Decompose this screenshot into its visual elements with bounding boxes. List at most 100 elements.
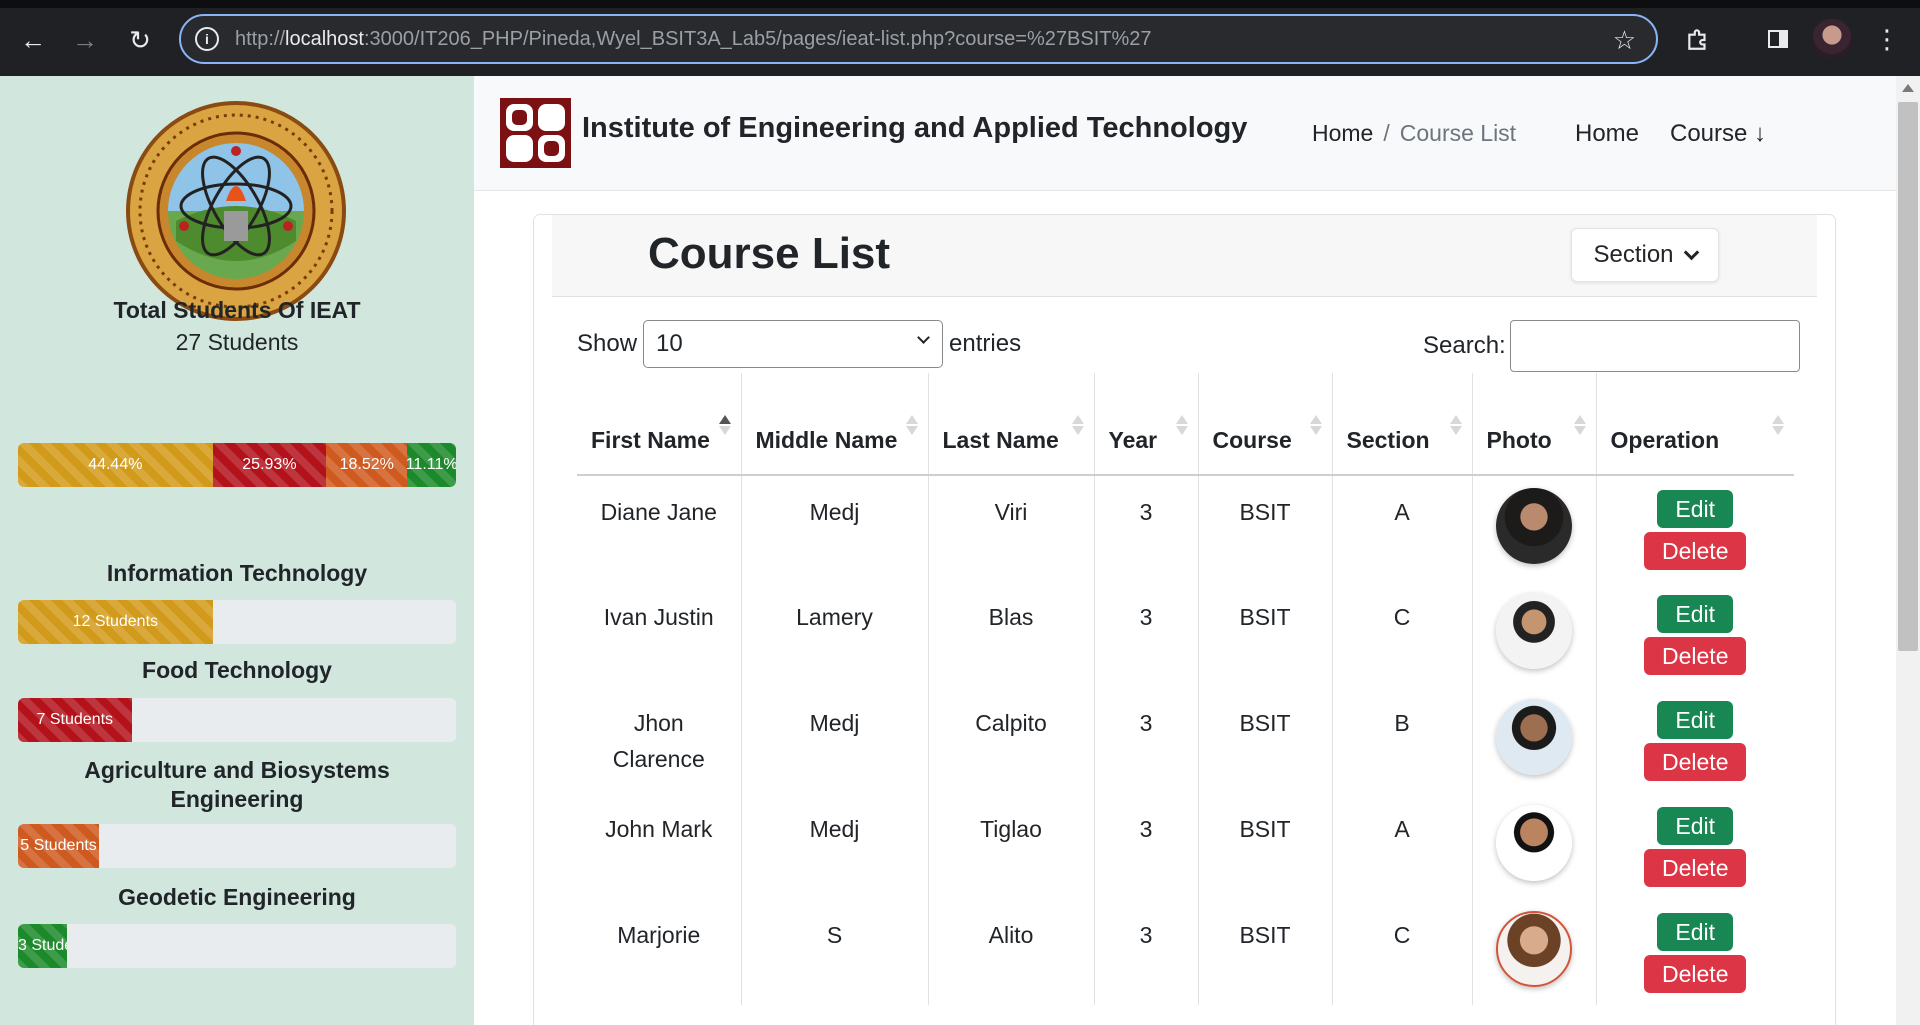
cell-course: BSIT (1197, 475, 1332, 581)
column-header-year[interactable]: Year (1093, 373, 1198, 476)
show-label: Show (577, 330, 638, 357)
menu-icon[interactable]: ⋮ (1870, 22, 1904, 56)
cell-year: 3 (1093, 475, 1198, 581)
cell-operation: Edit Delete (1595, 899, 1794, 1005)
column-header-middle-name[interactable]: Middle Name (740, 373, 928, 476)
cell-section: C (1331, 899, 1472, 1005)
ieat-logo[interactable] (500, 98, 571, 168)
total-students-title: Total Students Of IEAT (113, 297, 361, 323)
progress-abe: 5 Students (18, 824, 456, 868)
cell-first-name: Marjorie (617, 922, 701, 948)
distribution-segment: 44.44% (18, 443, 213, 487)
sort-icon (1449, 415, 1462, 435)
extensions-icon[interactable] (1681, 22, 1715, 56)
cell-middle-name: Medj (740, 687, 928, 793)
edit-button[interactable]: Edit (1657, 490, 1734, 528)
delete-button[interactable]: Delete (1644, 849, 1747, 887)
entries-label: entries (949, 330, 1022, 357)
star-icon[interactable]: ☆ (1613, 25, 1636, 56)
student-photo (1496, 805, 1572, 881)
nav-home-link[interactable]: Home (1575, 120, 1639, 148)
column-header-first-name[interactable]: First Name (577, 373, 741, 476)
cell-section: B (1331, 687, 1472, 793)
course-list-card: Course List Section Show 10 entries Sear… (533, 214, 1836, 1025)
edit-button[interactable]: Edit (1657, 595, 1734, 633)
entries-length-control: Show 10 entries (577, 320, 1021, 368)
cell-last-name: Alito (927, 899, 1094, 1005)
table-header-row: First Name Middle Name Last Name Year Co… (577, 373, 1794, 476)
cell-section: C (1331, 581, 1472, 687)
column-header-last-name[interactable]: Last Name (927, 373, 1094, 476)
table-row: Ivan Justin Lamery Blas 3 BSIT C Edit Delete (577, 581, 1794, 687)
cell-section: A (1331, 475, 1472, 581)
cell-operation: Edit Delete (1595, 475, 1794, 581)
student-photo (1496, 699, 1572, 775)
edit-button[interactable]: Edit (1657, 701, 1734, 739)
card-header: Course List Section (552, 215, 1817, 297)
distribution-progress: 44.44% 25.93% 18.52% 11.11% (18, 443, 456, 487)
cell-operation: Edit Delete (1595, 793, 1794, 899)
cell-year: 3 (1093, 899, 1198, 1005)
brand-name[interactable]: Institute of Engineering and Applied Tec… (582, 112, 1247, 145)
page-title: Course List (648, 229, 891, 278)
info-icon[interactable]: i (195, 27, 219, 51)
scroll-up-icon[interactable] (1902, 84, 1914, 92)
total-students-count: 27 Students (175, 329, 299, 355)
address-bar[interactable]: i http://localhost:3000/IT206_PHP/Pineda… (179, 14, 1658, 64)
cell-course: BSIT (1197, 793, 1332, 899)
course-title-it: Information Technology (106, 560, 368, 586)
section-dropdown-button[interactable]: Section (1571, 228, 1719, 282)
search-input[interactable] (1509, 320, 1800, 372)
url-text[interactable]: http://localhost:3000/IT206_PHP/Pineda,W… (235, 28, 1152, 51)
distribution-segment: 11.11% (407, 443, 456, 487)
sort-icon (1309, 415, 1322, 435)
sort-asc-icon (718, 415, 731, 435)
delete-button[interactable]: Delete (1644, 955, 1747, 993)
cell-photo (1471, 475, 1596, 581)
forward-icon[interactable]: → (67, 22, 103, 58)
breadcrumb: Home / Course List (1312, 120, 1516, 147)
page-scrollbar[interactable] (1896, 76, 1920, 1025)
cell-first-name: Diane Jane (600, 499, 717, 525)
search-label: Search: (1423, 332, 1506, 359)
distribution-segment: 25.93% (212, 443, 327, 487)
progress-bar-it: 12 Students (18, 600, 213, 644)
back-icon[interactable]: ← (15, 22, 51, 58)
student-photo (1496, 911, 1572, 987)
breadcrumb-current: Course List (1399, 120, 1517, 146)
column-header-course[interactable]: Course (1197, 373, 1332, 476)
edit-button[interactable]: Edit (1657, 807, 1734, 845)
table-row: Jhon Clarence Medj Calpito 3 BSIT B Edit Delete (577, 687, 1794, 793)
breadcrumb-home[interactable]: Home (1312, 120, 1373, 146)
cell-year: 3 (1093, 793, 1198, 899)
cell-last-name: Viri (927, 475, 1094, 581)
cell-middle-name: Medj (740, 793, 928, 899)
delete-button[interactable]: Delete (1644, 637, 1747, 675)
cell-middle-name: Lamery (740, 581, 928, 687)
cell-last-name: Tiglao (927, 793, 1094, 899)
profile-avatar[interactable] (1812, 19, 1852, 59)
column-header-photo[interactable]: Photo (1471, 373, 1596, 476)
cell-course: BSIT (1197, 687, 1332, 793)
nav-course-dropdown[interactable]: Course ↓ (1670, 120, 1766, 148)
reload-icon[interactable]: ↻ (122, 22, 158, 58)
cell-section: A (1331, 793, 1472, 899)
entries-select[interactable]: 10 (643, 320, 944, 368)
cell-year: 3 (1093, 687, 1198, 793)
cell-course: BSIT (1197, 899, 1332, 1005)
cell-operation: Edit Delete (1595, 687, 1794, 793)
scrollbar-thumb[interactable] (1898, 102, 1918, 651)
delete-button[interactable]: Delete (1644, 532, 1747, 570)
cell-year: 3 (1093, 581, 1198, 687)
sidepanel-icon[interactable] (1761, 22, 1795, 56)
edit-button[interactable]: Edit (1657, 913, 1734, 951)
course-title-ft: Food Technology (142, 657, 332, 683)
column-header-operation[interactable]: Operation (1595, 373, 1794, 476)
browser-toolbar: ← → ↻ i http://localhost:3000/IT206_PHP/… (0, 0, 1920, 76)
students-table: First Name Middle Name Last Name Year Co… (577, 373, 1794, 1005)
column-header-section[interactable]: Section (1331, 373, 1472, 476)
delete-button[interactable]: Delete (1644, 743, 1747, 781)
sort-icon (1071, 415, 1084, 435)
cell-last-name: Blas (927, 581, 1094, 687)
table-row: Diane Jane Medj Viri 3 BSIT A Edit Delete (577, 475, 1794, 581)
